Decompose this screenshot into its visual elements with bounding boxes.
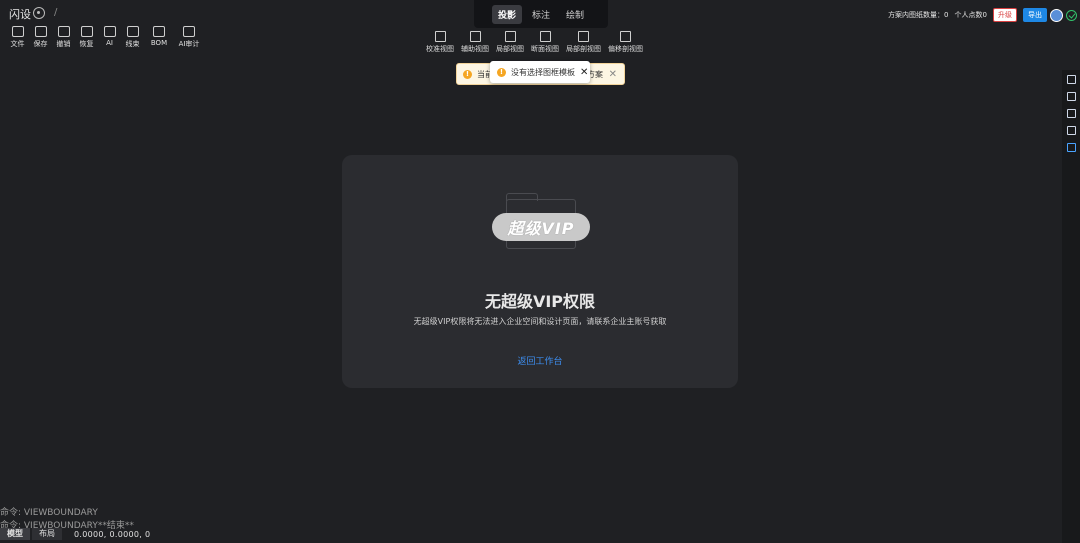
auxiliary-view-button[interactable]: 辅助视图 [461, 31, 489, 54]
file-label: 文件 [10, 40, 25, 48]
section-view-icon [539, 31, 551, 42]
view-toolbar: 校准视图 辅助视图 局部视图 断面视图 局部剖视图 偏移剖视图 [426, 31, 650, 54]
offset-section-view-icon [620, 31, 631, 42]
layers-icon[interactable] [1066, 109, 1076, 118]
upgrade-button[interactable]: 升级 [993, 8, 1017, 22]
ai-audit-button[interactable]: AI审计 [174, 26, 204, 49]
coordinate-readout: 0.0000, 0.0000, 0 [74, 529, 151, 539]
auxiliary-view-label: 辅助视图 [461, 45, 489, 53]
vip-badge: 超级VIP [492, 193, 590, 251]
ai-audit-label: AI审计 [178, 40, 200, 48]
vip-pill: 超级VIP [492, 213, 590, 241]
tab-model[interactable]: 模型 [0, 528, 30, 540]
top-bar: 闪设 / 文件 保存 撤销 恢复 AI 线束 BOM AI审计 投影 标注 绘制… [0, 0, 1080, 56]
check-circle-icon [1066, 9, 1077, 21]
main-toolbar: 文件 保存 撤销 恢复 AI 线束 BOM AI审计 [6, 26, 204, 49]
offset-section-view-button[interactable]: 偏移剖视图 [608, 31, 643, 54]
tab-layout[interactable]: 布局 [32, 528, 62, 540]
folder-icon [11, 26, 24, 37]
warning-toast-front: ! 没有选择图框模板 ✕ [490, 61, 590, 83]
partial-section-view-label: 局部剖视图 [566, 45, 601, 53]
close-icon[interactable]: ✕ [609, 69, 617, 80]
calibration-view-label: 校准视图 [426, 45, 454, 53]
card-description: 无超级VIP权限将无法进入企业空间和设计页面，请联系企业主账号获取 [413, 317, 667, 326]
document-icon[interactable] [1066, 143, 1076, 152]
breadcrumb-separator: / [54, 7, 58, 18]
save-label: 保存 [33, 40, 48, 48]
avatar[interactable] [1050, 8, 1063, 22]
frame-icon[interactable] [1066, 126, 1076, 135]
tab-drawing[interactable]: 绘制 [560, 5, 590, 24]
detail-view-label: 局部视图 [496, 45, 524, 53]
tab-projection[interactable]: 投影 [491, 4, 522, 24]
warning-icon: ! [497, 67, 506, 77]
right-side-toolbar [1062, 70, 1080, 543]
section-view-label: 断面视图 [531, 45, 559, 53]
undo-icon [57, 26, 70, 37]
bom-button[interactable]: BOM [144, 26, 174, 49]
redo-button[interactable]: 恢复 [75, 26, 98, 49]
partial-section-view-icon [578, 31, 589, 42]
redo-label: 恢复 [79, 40, 94, 48]
offset-section-view-label: 偏移剖视图 [608, 45, 643, 53]
back-to-workspace-link[interactable]: 返回工作台 [342, 354, 738, 367]
calibration-view-icon [434, 31, 446, 42]
wire-icon [126, 26, 139, 37]
ai-label: AI [106, 39, 113, 47]
tab-annotation[interactable]: 标注 [526, 5, 556, 24]
settings-gear-icon[interactable] [33, 7, 45, 19]
detail-view-icon [504, 31, 516, 42]
save-button[interactable]: 保存 [29, 26, 52, 49]
toast-front-text: 没有选择图框模板 [511, 67, 575, 77]
personal-points: 个人点数0 [954, 11, 987, 19]
detail-view-button[interactable]: 局部视图 [496, 31, 524, 54]
ai-button[interactable]: AI [98, 26, 121, 49]
calibration-view-button[interactable]: 校准视图 [426, 31, 454, 54]
undo-button[interactable]: 撤销 [52, 26, 75, 49]
save-icon [34, 26, 47, 37]
undo-label: 撤销 [56, 40, 71, 48]
partial-section-view-button[interactable]: 局部剖视图 [566, 31, 601, 54]
audit-icon [183, 26, 195, 37]
wire-label: 线束 [125, 40, 140, 48]
drawing-count: 方案内图纸数量：0 [888, 11, 949, 19]
section-view-button[interactable]: 断面视图 [531, 31, 559, 54]
file-button[interactable]: 文件 [6, 26, 29, 49]
ai-icon [103, 26, 116, 37]
app-name: 闪设 [9, 8, 31, 21]
export-button[interactable]: 导出 [1023, 8, 1047, 22]
calendar-icon[interactable] [1066, 75, 1076, 84]
warning-icon: ! [463, 69, 472, 79]
header-right: 方案内图纸数量：0 个人点数0 升级 导出 [888, 8, 1080, 22]
vip-badge-text: 超级VIP [507, 219, 575, 238]
bom-icon [153, 26, 165, 37]
no-permission-card: 超级VIP 无超级VIP权限 无超级VIP权限将无法进入企业空间和设计页面，请联… [342, 155, 738, 388]
status-bar: 模型 布局 0.0000, 0.0000, 0 [0, 528, 150, 540]
wire-button[interactable]: 线束 [121, 26, 144, 49]
bom-label: BOM [150, 39, 168, 47]
close-icon[interactable]: ✕ [580, 67, 588, 78]
fit-view-icon[interactable] [1066, 92, 1076, 101]
redo-icon [80, 26, 93, 37]
auxiliary-view-icon [469, 31, 481, 42]
console-line: 命令: VIEWBOUNDARY [0, 508, 98, 518]
card-title: 无超级VIP权限 [484, 292, 596, 311]
mode-tabs: 投影 标注 绘制 [474, 0, 608, 28]
